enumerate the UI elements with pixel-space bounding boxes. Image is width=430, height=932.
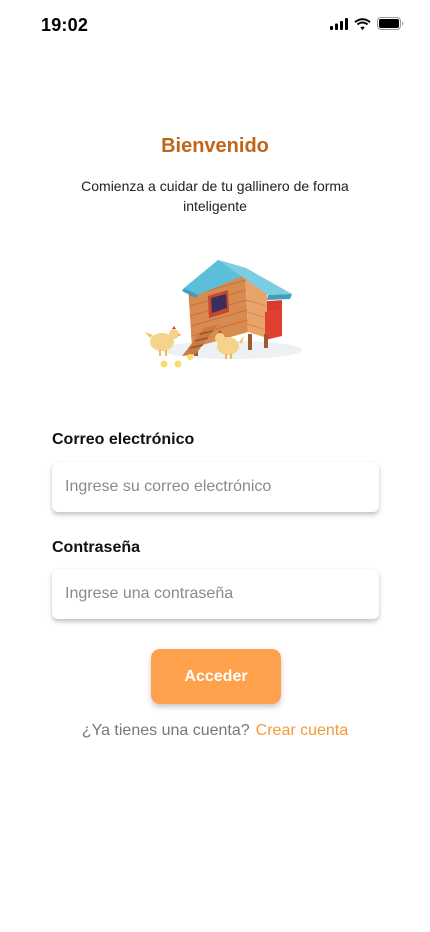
create-account-link[interactable]: Crear cuenta [256, 722, 349, 739]
page-subtitle: Comienza a cuidar de tu gallinero de for… [81, 178, 349, 214]
login-button[interactable]: Acceder [151, 649, 281, 704]
cellular-signal-icon [330, 17, 348, 30]
page-title: Bienvenido [161, 135, 269, 157]
status-bar: 19:02 [0, 0, 430, 50]
chicken-coop-illustration [145, 260, 302, 368]
signup-prompt: ¿Ya tienes una cuenta? Crear cuenta [0, 722, 430, 740]
status-icons [330, 17, 404, 30]
status-time: 19:02 [41, 15, 89, 35]
password-field[interactable] [52, 569, 379, 619]
wifi-icon [354, 17, 371, 30]
password-label: Contraseña [52, 539, 141, 556]
email-label: Correo electrónico [52, 431, 195, 448]
signup-question: ¿Ya tienes una cuenta? [81, 722, 250, 739]
email-field-container [52, 462, 379, 512]
battery-icon [377, 17, 404, 30]
password-field-container [52, 569, 379, 619]
email-field[interactable] [52, 462, 379, 512]
